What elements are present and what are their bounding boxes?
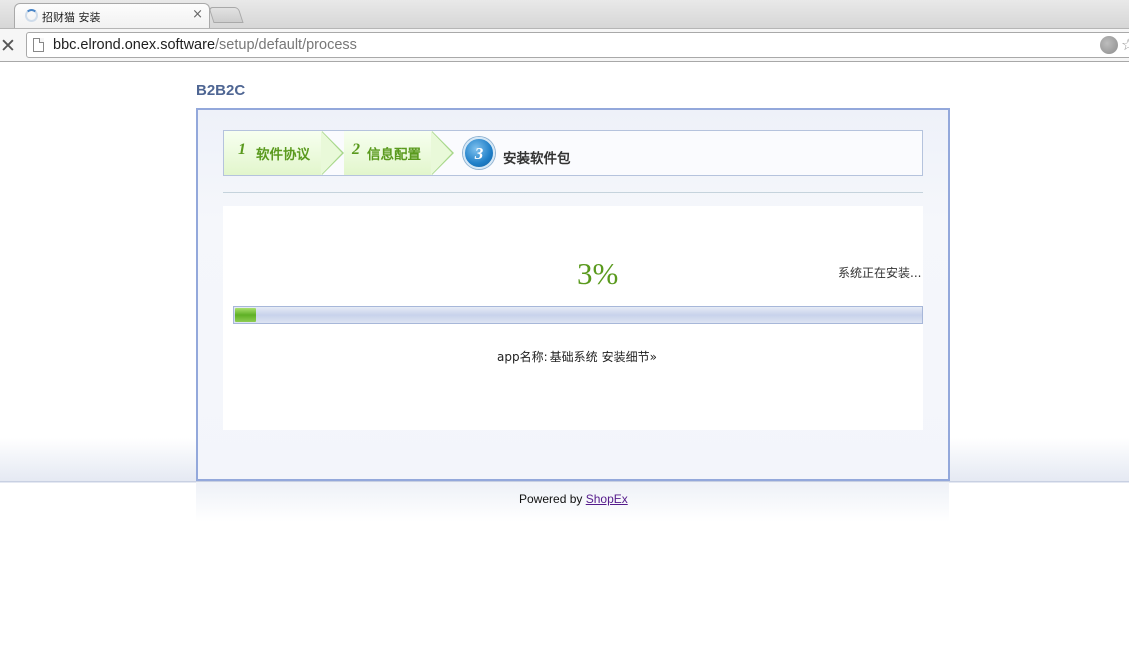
step-1: 1 软件协议 bbox=[224, 131, 322, 175]
address-bar[interactable]: bbc.elrond.onex.software/setup/default/p… bbox=[26, 32, 1129, 58]
tab-close-button[interactable]: × bbox=[192, 7, 203, 22]
url-text[interactable]: bbc.elrond.onex.software/setup/default/p… bbox=[53, 37, 357, 53]
install-details-link[interactable]: 安装细节» bbox=[602, 350, 657, 364]
url-path: /setup/default/process bbox=[215, 37, 357, 53]
install-panel: 1 软件协议 2 信息配置 3 安装软件包 3% 系统正在安装... app名称… bbox=[196, 108, 950, 481]
step-3-number: 3 bbox=[474, 144, 484, 163]
tab-title: 招财猫 安装 bbox=[42, 11, 101, 24]
step-3-label: 安装软件包 bbox=[503, 151, 571, 167]
step-2: 2 信息配置 bbox=[344, 131, 432, 175]
progress-percent: 3% bbox=[577, 256, 619, 291]
page-body: B2B2C 1 软件协议 2 信息配置 3 安装软件包 3% 系统正在安装... bbox=[0, 62, 1129, 653]
progress-bar-fill bbox=[235, 308, 256, 322]
step-indicator: 1 软件协议 2 信息配置 3 安装软件包 bbox=[223, 130, 923, 176]
browser-tab-strip: 招财猫 安装 × bbox=[0, 0, 1129, 28]
shopex-link[interactable]: ShopEx bbox=[586, 492, 628, 506]
brand-title: B2B2C bbox=[196, 82, 246, 99]
new-tab-button[interactable] bbox=[208, 7, 244, 23]
app-name-value: 基础系统 bbox=[549, 350, 598, 364]
powered-by-text: Powered by bbox=[519, 492, 583, 506]
step-2-arrow-fill bbox=[431, 131, 452, 175]
url-host: bbc.elrond.onex.software bbox=[53, 37, 216, 53]
step-2-label: 信息配置 bbox=[367, 147, 421, 163]
bookmark-star-icon[interactable]: ☆ bbox=[1121, 35, 1129, 54]
step-2-number: 2 bbox=[352, 141, 360, 158]
page-icon bbox=[33, 38, 44, 52]
step-1-arrow-fill bbox=[321, 131, 342, 175]
browser-tab[interactable]: 招财猫 安装 × bbox=[14, 3, 210, 28]
powered-by: Powered by ShopEx bbox=[519, 492, 628, 506]
stop-loading-button[interactable]: ✕ bbox=[0, 35, 16, 57]
section-divider bbox=[223, 192, 923, 193]
step-1-label: 软件协议 bbox=[256, 147, 310, 163]
app-name-label: app名称: bbox=[497, 350, 548, 364]
extension-icon[interactable] bbox=[1100, 36, 1118, 54]
step-1-number: 1 bbox=[238, 141, 246, 158]
progress-bar bbox=[233, 306, 923, 324]
loading-spinner-icon bbox=[25, 9, 38, 22]
browser-toolbar: ✕ bbc.elrond.onex.software/setup/default… bbox=[0, 28, 1129, 62]
install-status: 系统正在安装... bbox=[838, 266, 922, 280]
step-3-badge: 3 bbox=[463, 137, 495, 169]
install-detail: app名称: 基础系统 安装细节» bbox=[497, 348, 657, 365]
